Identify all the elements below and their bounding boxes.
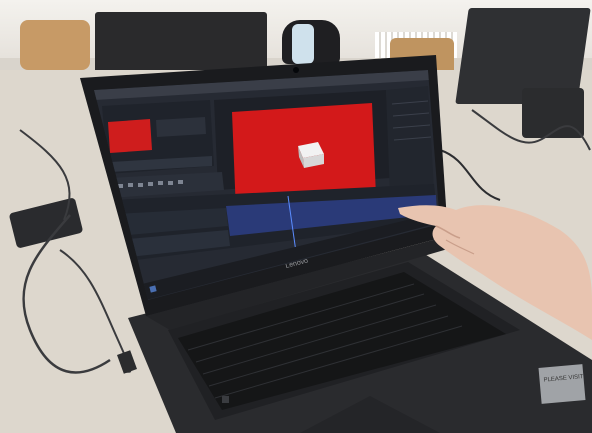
pointing-hand (398, 205, 592, 340)
